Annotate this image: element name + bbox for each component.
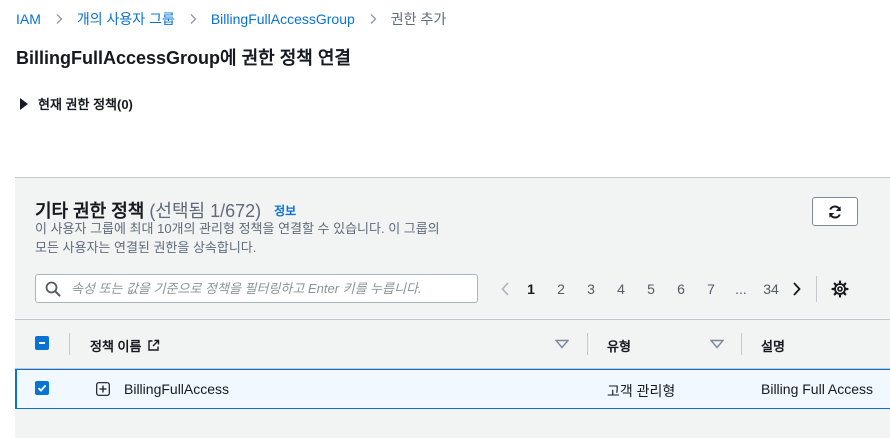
breadcrumb: IAM 개의 사용자 그룹 BillingFullAccessGroup 권한 … (16, 10, 446, 28)
other-policies-title: 기타 권한 정책 (35, 201, 145, 221)
settings-icon (831, 280, 849, 298)
previous-page-button[interactable] (494, 281, 516, 297)
page-3[interactable]: 3 (576, 281, 606, 297)
info-link[interactable]: 정보 (274, 204, 296, 218)
column-header-type[interactable]: 유형 (607, 336, 631, 355)
pagination-divider (816, 276, 817, 302)
select-all-checkbox[interactable] (35, 336, 49, 350)
breadcrumb-current: 권한 추가 (390, 11, 447, 27)
chevron-left-icon (501, 282, 509, 296)
search-icon (45, 281, 61, 296)
page-1[interactable]: 1 (516, 281, 546, 297)
page-6[interactable]: 6 (666, 281, 696, 297)
chevron-right-icon (370, 14, 377, 24)
page-title: BillingFullAccessGroup에 권한 정책 연결 (16, 48, 351, 68)
next-page-button[interactable] (786, 281, 808, 297)
page-34[interactable]: 34 (756, 281, 786, 297)
chevron-right-icon (56, 14, 63, 24)
policy-name-link[interactable]: BillingFullAccess (124, 381, 229, 397)
column-divider (69, 333, 70, 355)
checkbox-checked-icon (37, 384, 47, 392)
refresh-icon (829, 204, 841, 219)
page-7[interactable]: 7 (696, 281, 726, 297)
column-header-policy-name-label: 정책 이름 (90, 339, 142, 354)
policy-type: 고객 관리형 (607, 383, 676, 399)
pagination: 1 2 3 4 5 6 7 ... 34 (494, 276, 851, 302)
current-policies-expander[interactable]: 현재 권한 정책(0) (20, 94, 133, 113)
external-link-icon (148, 339, 160, 351)
page-5[interactable]: 5 (636, 281, 666, 297)
breadcrumb-item-group[interactable]: BillingFullAccessGroup (211, 11, 355, 27)
policy-description: Billing Full Access (761, 381, 874, 397)
column-divider (741, 333, 742, 355)
preferences-button[interactable] (829, 280, 851, 298)
breadcrumb-item-iam[interactable]: IAM (16, 11, 41, 27)
sort-down-icon[interactable] (710, 339, 724, 349)
search-input[interactable] (71, 281, 461, 296)
chevron-right-icon (190, 14, 197, 24)
column-header-policy-name[interactable]: 정책 이름 (90, 336, 160, 355)
selection-count: (선택됨 1/672) (149, 201, 262, 221)
column-divider (587, 333, 588, 355)
checkbox-indeterminate-icon (39, 342, 45, 344)
current-policies-label: 현재 권한 정책(0) (38, 97, 133, 112)
page-2[interactable]: 2 (546, 281, 576, 297)
page-ellipsis: ... (735, 281, 747, 297)
chevron-right-icon (793, 282, 801, 296)
policy-search (35, 274, 478, 303)
other-policies-description: 이 사용자 그룹에 최대 10개의 관리형 정책을 연결할 수 있습니다. 이 … (35, 221, 440, 255)
row-checkbox[interactable] (35, 381, 49, 395)
caret-right-icon (20, 97, 28, 110)
sort-down-icon[interactable] (555, 339, 569, 349)
expand-plus-icon[interactable] (96, 382, 110, 396)
refresh-button[interactable] (812, 197, 858, 226)
page-4[interactable]: 4 (606, 281, 636, 297)
breadcrumb-item-user-groups[interactable]: 개의 사용자 그룹 (77, 9, 175, 29)
column-header-description[interactable]: 설명 (761, 336, 785, 355)
